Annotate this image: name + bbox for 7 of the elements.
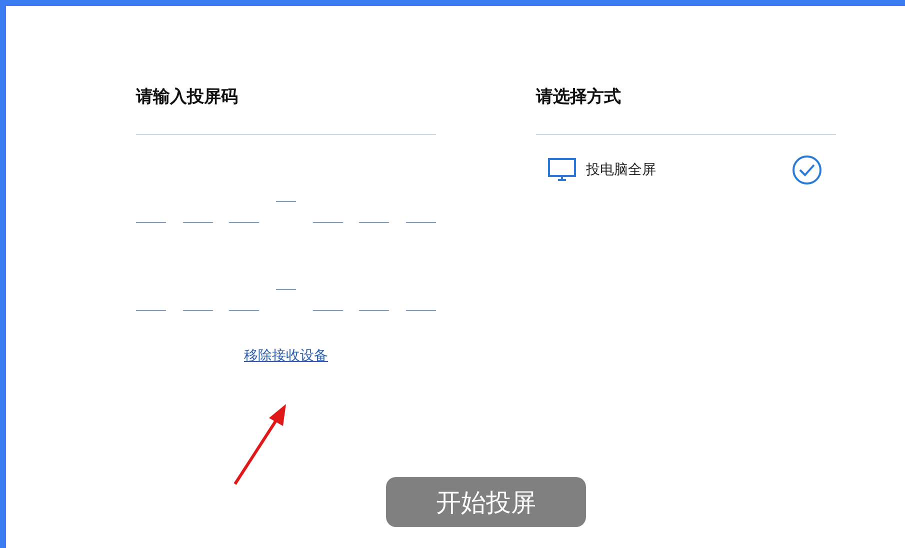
option-label[interactable]: 投电脑全屏 [586, 161, 782, 179]
start-casting-button[interactable]: 开始投屏 [386, 477, 586, 527]
remove-device-link[interactable]: 移除接收设备 [244, 347, 328, 365]
panel-title: 请选择方式 [536, 86, 836, 135]
check-circle-icon[interactable] [792, 155, 822, 185]
panel-title: 请输入投屏码 [136, 86, 436, 135]
monitor-icon [548, 158, 576, 182]
